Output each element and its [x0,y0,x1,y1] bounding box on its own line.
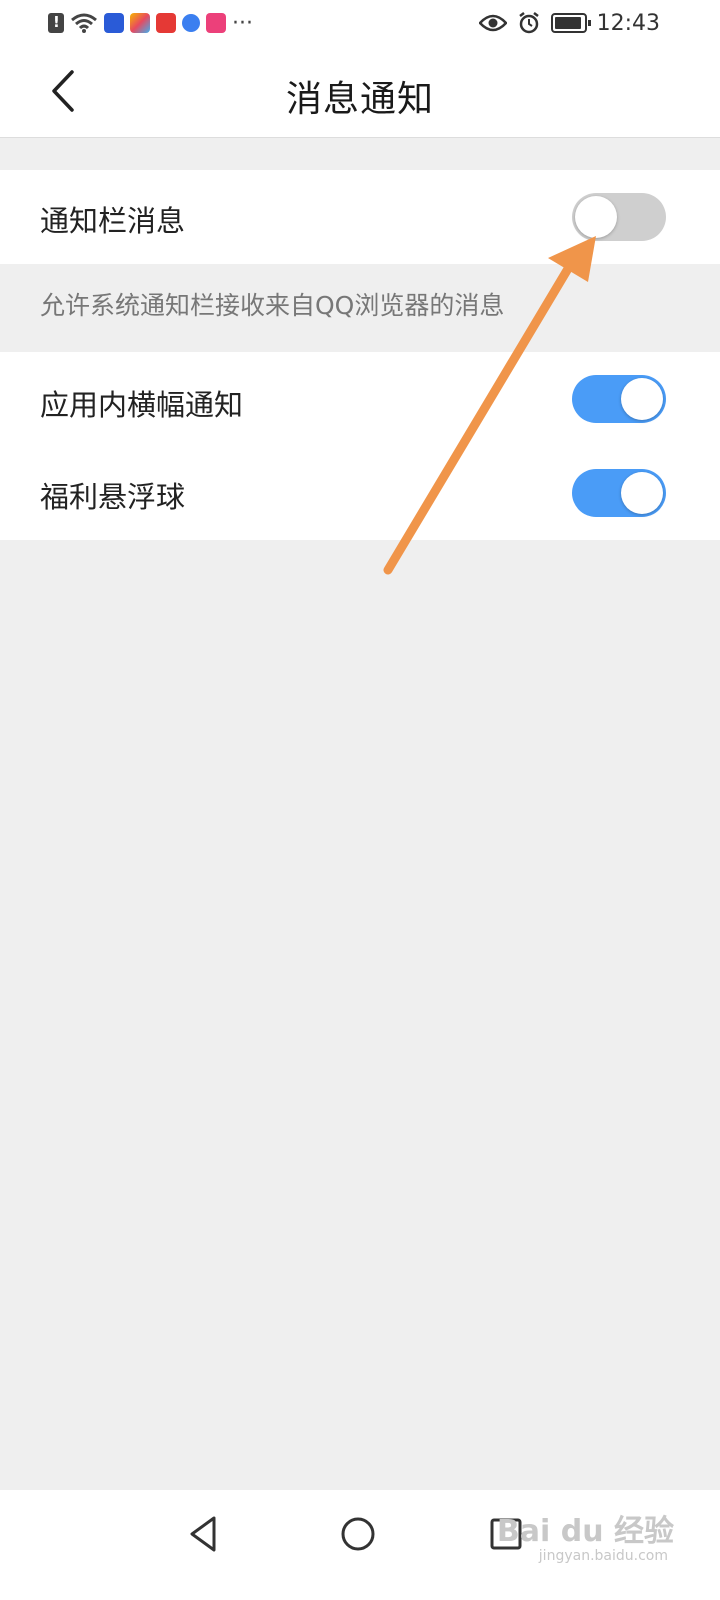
setting-label: 应用内横幅通知 [40,388,244,422]
status-right-icons: 12:43 [478,8,660,38]
page-title: 消息通知 [285,79,434,120]
notification-bar-toggle[interactable] [572,193,666,241]
setting-label: 福利悬浮球 [40,480,186,514]
baidu-watermark: Bai du 经验 [496,1514,674,1549]
status-time: 12:43 [596,10,660,36]
toggle-knob [621,472,663,514]
setting-row-notification-bar: 通知栏消息 [0,170,720,264]
alarm-icon [518,12,539,34]
header: 消息通知 [0,46,720,138]
in-app-banner-toggle[interactable] [572,375,666,423]
baidu-watermark-url: jingyan.baidu.com [538,1548,668,1564]
status-bar: ··· 12:43 [0,0,720,46]
battery-icon [550,13,591,33]
toggle-knob [621,378,663,420]
wifi-icon [71,13,97,33]
setting-label: 通知栏消息 [40,204,186,238]
alert-icon [48,13,64,33]
setting-description: 允许系统通知栏接收来自QQ浏览器的消息 [40,291,505,320]
setting-row-in-app-banner: 应用内横幅通知 [0,352,720,446]
app-icon [130,13,150,33]
setting-group: 应用内横幅通知 福利悬浮球 [0,352,720,540]
more-notifications-indicator: ··· [232,10,253,36]
home-circle-icon[interactable] [336,1512,380,1556]
music-app-icon [156,13,176,33]
music-note-icon [182,14,200,32]
back-triangle-icon[interactable] [182,1512,226,1556]
toggle-knob [575,196,617,238]
welfare-float-toggle[interactable] [572,469,666,517]
video-app-icon [206,13,226,33]
status-left-icons: ··· [48,10,253,36]
setting-row-welfare-float: 福利悬浮球 [0,446,720,540]
baidu-app-icon [104,13,124,33]
eye-icon [478,14,507,32]
